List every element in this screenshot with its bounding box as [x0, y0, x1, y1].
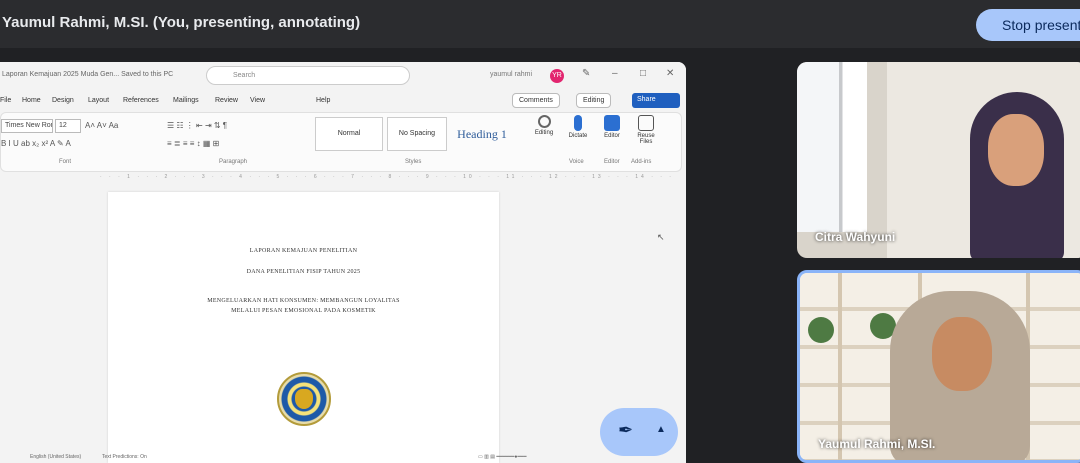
maximize-icon[interactable]: □	[640, 68, 652, 80]
editing-ribbon-button[interactable]: Editing	[529, 115, 559, 136]
group-font-label: Font	[59, 159, 72, 165]
style-normal[interactable]: Normal	[315, 117, 383, 151]
format-glyphs[interactable]: B I U ab x₂ x² A ✎ A	[1, 139, 71, 148]
editor-button[interactable]: Editor	[597, 115, 627, 139]
shared-word-window: Laporan Kemajuan 2025 Muda Gen... Saved …	[0, 62, 686, 463]
participant-tile-yaumul[interactable]: Yaumul Rahmi, M.SI.	[797, 270, 1080, 463]
window-background	[797, 62, 867, 232]
document-title-line-1: MENGELUARKAN HATI KONSUMEN: MEMBANGUN LO…	[207, 298, 400, 304]
tab-design[interactable]: Design	[52, 97, 74, 104]
align-glyphs[interactable]: ≡ ≣ ≡ ≡ ↕ ▦ ⊞	[167, 139, 219, 148]
dictate-button[interactable]: Dictate	[563, 115, 593, 139]
view-mode-icons[interactable]: ▭ ▥ ▤ ━━━━━━●━━━	[478, 454, 526, 460]
group-voice-label: Voice	[569, 159, 584, 165]
status-bar: English (United States) Text Predictions…	[0, 451, 686, 463]
reuse-files-label: Reuse Files	[637, 133, 655, 145]
share-button[interactable]: Share	[632, 93, 680, 108]
tab-file[interactable]: File	[0, 97, 11, 104]
account-name: yaumul rahmi	[490, 71, 533, 78]
group-editor-label: Editor	[604, 159, 620, 165]
style-heading-1[interactable]: Heading 1	[449, 117, 515, 151]
comments-button[interactable]: Comments	[512, 93, 560, 108]
tab-help[interactable]: Help	[316, 97, 330, 104]
close-icon[interactable]: ✕	[666, 68, 678, 80]
styles-gallery: Normal No Spacing Heading 1	[315, 117, 515, 155]
document-title: Laporan Kemajuan 2025 Muda Gen... Saved …	[2, 71, 174, 78]
pen-icon[interactable]: ✒	[618, 420, 633, 441]
ribbon-home: Times New Roman 12 A˄ A˅ Aa B I U ab x₂ …	[0, 112, 682, 172]
minimize-icon[interactable]: –	[612, 68, 624, 80]
presenter-label: Yaumul Rahmi, M.SI. (You, presenting, an…	[2, 14, 361, 31]
participant-name: Citra Wahyuni	[815, 230, 896, 244]
annotation-toolbar[interactable]: ✒ ▲	[600, 408, 678, 456]
ribbon-tabs: File Home Design Layout References Maili…	[0, 92, 686, 110]
font-size-glyphs[interactable]: A˄ A˅ Aa	[85, 121, 118, 130]
editor-pen-icon	[604, 115, 620, 131]
participant-name: Yaumul Rahmi, M.SI.	[818, 437, 936, 451]
tab-home[interactable]: Home	[22, 97, 41, 104]
reuse-files-button[interactable]: Reuse Files	[631, 115, 661, 145]
pen-icon[interactable]: ✎	[582, 68, 594, 80]
tab-view[interactable]: View	[250, 97, 265, 104]
group-addins-label: Add-ins	[631, 159, 652, 165]
tab-references[interactable]: References	[123, 97, 159, 104]
document-heading: LAPORAN KEMAJUAN PENELITIAN	[249, 248, 358, 254]
reuse-files-icon	[638, 115, 654, 131]
word-title-bar: Laporan Kemajuan 2025 Muda Gen... Saved …	[0, 62, 686, 88]
horizontal-ruler[interactable]: · · · 1 · · · 2 · · · 3 · · · 4 · · · 5 …	[0, 174, 686, 184]
document-title-line-2: MELALUI PESAN EMOSIONAL PADA KOSMETIK	[231, 308, 376, 314]
document-subheading: DANA PENELITIAN FISIP TAHUN 2025	[246, 269, 361, 275]
style-no-spacing[interactable]: No Spacing	[387, 117, 447, 151]
stop-presenting-button[interactable]: Stop presenting	[976, 9, 1080, 41]
university-seal-logo	[277, 372, 331, 426]
tab-mailings[interactable]: Mailings	[173, 97, 199, 104]
microphone-icon	[574, 115, 582, 131]
editor-label: Editor	[604, 133, 620, 139]
avatar[interactable]: YR	[550, 69, 564, 83]
font-size-select[interactable]: 12	[55, 119, 81, 133]
mouse-cursor-icon: ↖	[657, 232, 665, 242]
text-predictions-status[interactable]: Text Predictions: On	[102, 454, 147, 460]
list-glyphs[interactable]: ☰ ☷ ⋮ ⇤ ⇥ ⇅ ¶	[167, 121, 227, 130]
editing-mode-button[interactable]: Editing	[576, 93, 612, 108]
dictate-label: Dictate	[568, 133, 588, 139]
meeting-top-bar: Yaumul Rahmi, M.SI. (You, presenting, an…	[0, 0, 1080, 48]
group-paragraph-label: Paragraph	[219, 159, 248, 165]
language-status[interactable]: English (United States)	[30, 454, 81, 460]
group-styles-label: Styles	[405, 159, 422, 165]
font-name-select[interactable]: Times New Roman	[1, 119, 53, 133]
chevron-up-icon[interactable]: ▲	[656, 424, 666, 435]
participant-tile-citra[interactable]: Citra Wahyuni	[797, 62, 1080, 258]
document-page[interactable]: LAPORAN KEMAJUAN PENELITIAN DANA PENELIT…	[108, 192, 499, 463]
participant-video	[952, 92, 1072, 258]
search-input[interactable]: Search	[206, 66, 410, 85]
editing-ribbon-label: Editing	[534, 130, 554, 136]
search-icon	[537, 115, 551, 128]
tab-review[interactable]: Review	[215, 97, 238, 104]
tab-layout[interactable]: Layout	[88, 97, 109, 104]
